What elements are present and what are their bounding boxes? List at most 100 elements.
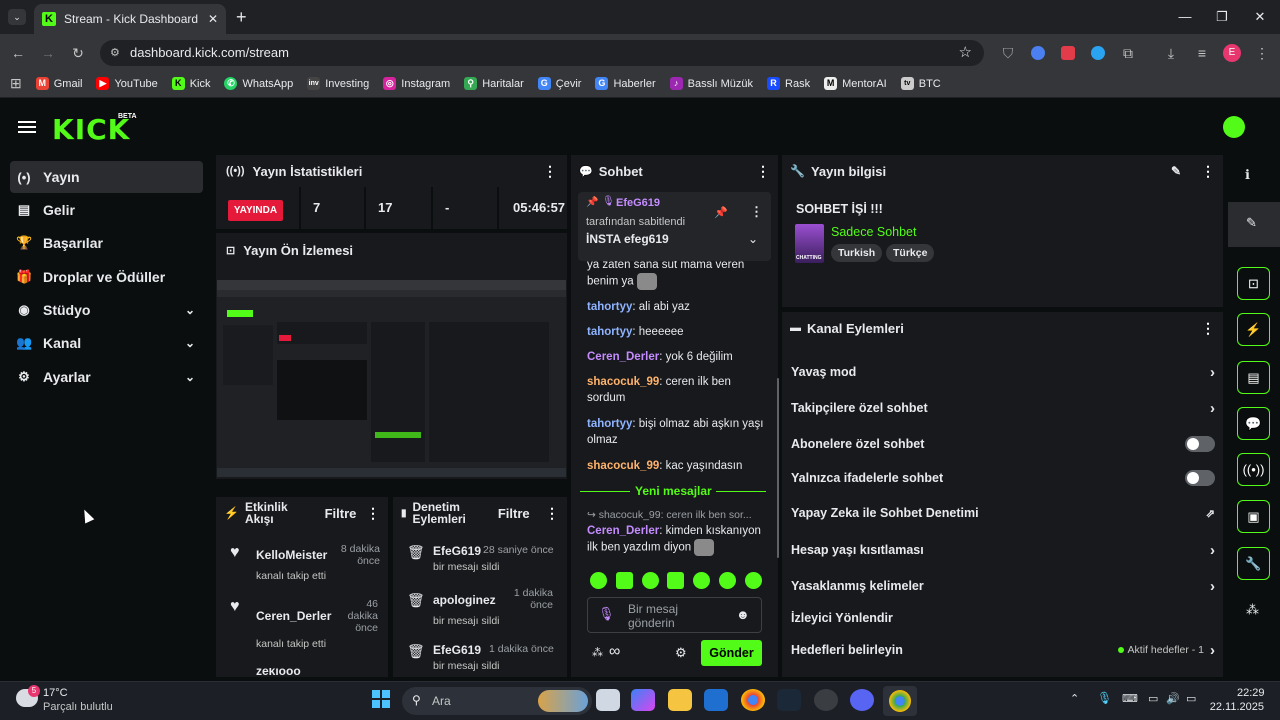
download-icon[interactable]: ⤓ — [1161, 43, 1181, 63]
chat-input[interactable]: 🎙 Bir mesaj gönderin ☻ — [587, 597, 762, 633]
pinned-user[interactable]: EfeG619 — [616, 197, 660, 209]
chat-settings-gear-icon[interactable]: ⚙ — [675, 645, 687, 661]
chat-username[interactable]: shacocuk_99 — [587, 460, 659, 472]
emote-icon[interactable] — [693, 572, 711, 589]
chat-username[interactable]: Ceren_Derler — [587, 525, 659, 537]
site-info-icon[interactable]: ⚙ — [110, 40, 120, 66]
action-account-age[interactable]: Hesap yaşı kısıtlaması › — [791, 535, 1215, 565]
mic-icon[interactable]: 🎙 — [598, 606, 615, 622]
taskbar-search[interactable]: ⚲ Ara — [402, 687, 592, 715]
bookmark-youtube[interactable]: ▶ YouTube — [96, 77, 158, 90]
emote-icon[interactable] — [667, 572, 685, 589]
reload-icon[interactable]: ↻ — [68, 43, 88, 63]
close-window-button[interactable]: ✕ — [1240, 6, 1280, 28]
action-emote-only[interactable]: Yalnızca ifadelerle sohbet — [791, 463, 1215, 493]
kick-points-icon[interactable]: ⁂ — [592, 646, 603, 659]
quick-notes-button[interactable]: ▤ — [1237, 361, 1270, 394]
action-goals[interactable]: Hedefleri belirleyin Aktif hedefler - 1 › — [791, 635, 1215, 665]
more-options-icon[interactable]: ⋮ — [1201, 163, 1215, 180]
chat-username[interactable]: shacocuk_99 — [587, 376, 659, 388]
chat-username[interactable]: Ceren_Derler — [587, 351, 659, 363]
sidebar-item-basarilar[interactable]: 🏆 Başarılar — [10, 227, 203, 259]
action-ai-moderation[interactable]: Yapay Zeka ile Sohbet Denetimi ⇗ — [791, 498, 1215, 528]
edge-extension-icon[interactable] — [1091, 46, 1105, 60]
obs-icon[interactable] — [814, 689, 838, 711]
shield-extension-icon[interactable]: ⛉ — [998, 43, 1018, 63]
sidebar-item-yayin[interactable]: (•) Yayın — [10, 161, 203, 193]
more-options-icon[interactable]: ⋮ — [545, 505, 559, 522]
clock-time[interactable]: 22:29 — [1237, 687, 1265, 699]
sidebar-item-ayarlar[interactable]: ⚙ Ayarlar ⌄ — [10, 361, 203, 393]
bookmark-btc[interactable]: tv BTC — [900, 77, 941, 90]
emote-icon[interactable] — [615, 572, 633, 589]
kick-points-icon[interactable]: ⁂ — [1246, 602, 1259, 618]
store-icon[interactable] — [704, 689, 728, 711]
close-tab-icon[interactable]: ✕ — [208, 12, 218, 26]
apps-grid-icon[interactable]: ⊞ — [10, 75, 22, 92]
emote-icon[interactable] — [744, 572, 762, 589]
steam-icon[interactable] — [777, 689, 801, 711]
pinned-message[interactable]: 📌 🎙 EfeG619 tarafından sabitlendi İNSTA … — [578, 192, 771, 261]
bookmark-rask[interactable]: R Rask — [767, 77, 810, 90]
maximize-button[interactable]: ❐ — [1202, 6, 1242, 28]
edit-pencil-icon[interactable]: ✎ — [1171, 164, 1181, 178]
chat-scrollbar[interactable] — [777, 378, 779, 558]
keyboard-icon[interactable]: ⌨ — [1122, 692, 1138, 705]
more-options-icon[interactable]: ⋮ — [543, 163, 557, 180]
more-options-icon[interactable]: ⋮ — [366, 505, 380, 522]
chrome-profile-taskbar-button[interactable] — [883, 686, 917, 716]
quick-preview-button[interactable]: ⊡ — [1237, 267, 1270, 300]
windows-start-icon[interactable] — [372, 690, 390, 708]
bookmark-star-icon[interactable]: ☆ — [959, 40, 972, 66]
profile-avatar[interactable]: E — [1223, 44, 1241, 62]
chevron-down-icon[interactable]: ⌄ — [748, 232, 758, 246]
bookmark-mentorai[interactable]: M MentorAI — [824, 77, 887, 90]
send-button[interactable]: Gönder — [701, 640, 762, 666]
user-avatar[interactable] — [1223, 116, 1245, 138]
bookmark-news[interactable]: G Haberler — [595, 77, 656, 90]
quick-settings-button[interactable]: 🔧 — [1237, 547, 1270, 580]
translate-extension-icon[interactable] — [1031, 46, 1045, 60]
volume-icon[interactable]: 🔊 — [1166, 692, 1180, 705]
discord-icon[interactable] — [850, 689, 874, 711]
emote-icon[interactable] — [719, 572, 737, 589]
bookmark-translate[interactable]: G Çevir — [537, 77, 581, 90]
bookmark-whatsapp[interactable]: ✆ WhatsApp — [224, 77, 293, 90]
sidebar-item-gelir[interactable]: ▤ Gelir — [10, 194, 203, 226]
category-thumbnail[interactable]: CHATTING — [795, 224, 824, 263]
media-control-icon[interactable]: ≡ — [1192, 43, 1212, 63]
quick-edit-button[interactable]: ✎ — [1228, 202, 1280, 247]
video-extension-icon[interactable] — [1061, 46, 1075, 60]
chat-username[interactable]: tahortyy — [587, 301, 632, 313]
battery-icon[interactable]: ▭ — [1186, 692, 1196, 705]
extensions-puzzle-icon[interactable]: ⧉ — [1118, 43, 1138, 63]
forward-arrow-icon[interactable]: → — [38, 43, 58, 63]
subscribers-only-toggle[interactable] — [1185, 436, 1215, 452]
tray-chevron-icon[interactable]: ⌃ — [1070, 692, 1079, 705]
address-bar[interactable]: ⚙ dashboard.kick.com/stream ☆ — [100, 40, 984, 66]
more-options-icon[interactable]: ⋮ — [756, 163, 770, 180]
minimize-button[interactable]: — — [1165, 6, 1205, 28]
file-explorer-icon[interactable] — [668, 689, 692, 711]
bookmark-instagram[interactable]: ◎ Instagram — [383, 77, 450, 90]
bookmark-maps[interactable]: ⚲ Haritalar — [464, 77, 524, 90]
info-icon[interactable]: ℹ — [1245, 167, 1250, 183]
emoji-picker-icon[interactable]: ☻ — [736, 607, 750, 622]
sidebar-item-droplar[interactable]: 🎁 Droplar ve Ödüller — [10, 261, 203, 293]
moderation-user[interactable]: EfeG619 — [433, 544, 481, 558]
category-link[interactable]: Sadece Sohbet — [831, 225, 917, 239]
emote-icon[interactable] — [590, 572, 607, 589]
action-banned-words[interactable]: Yasaklanmış kelimeler › — [791, 571, 1215, 601]
sidebar-item-studyo[interactable]: ◉ Stüdyo ⌄ — [10, 294, 203, 326]
unpin-icon[interactable]: 📌 — [714, 206, 728, 219]
microphone-icon[interactable]: 🎙 — [1097, 691, 1112, 705]
chat-username[interactable]: tahortyy — [587, 326, 632, 338]
activity-filter-button[interactable]: Filtre — [315, 506, 366, 521]
quick-moderation-button[interactable]: ▣ — [1237, 500, 1270, 533]
action-followers-only[interactable]: Takipçilere özel sohbet › — [791, 393, 1215, 423]
quick-chat-button[interactable]: 💬 — [1237, 407, 1270, 440]
new-tab-button[interactable]: + — [236, 7, 247, 28]
moderation-user[interactable]: EfeG619 — [433, 643, 481, 657]
quick-lightning-button[interactable]: ⚡ — [1237, 313, 1270, 346]
sidebar-item-kanal[interactable]: 👥 Kanal ⌄ — [10, 327, 203, 359]
